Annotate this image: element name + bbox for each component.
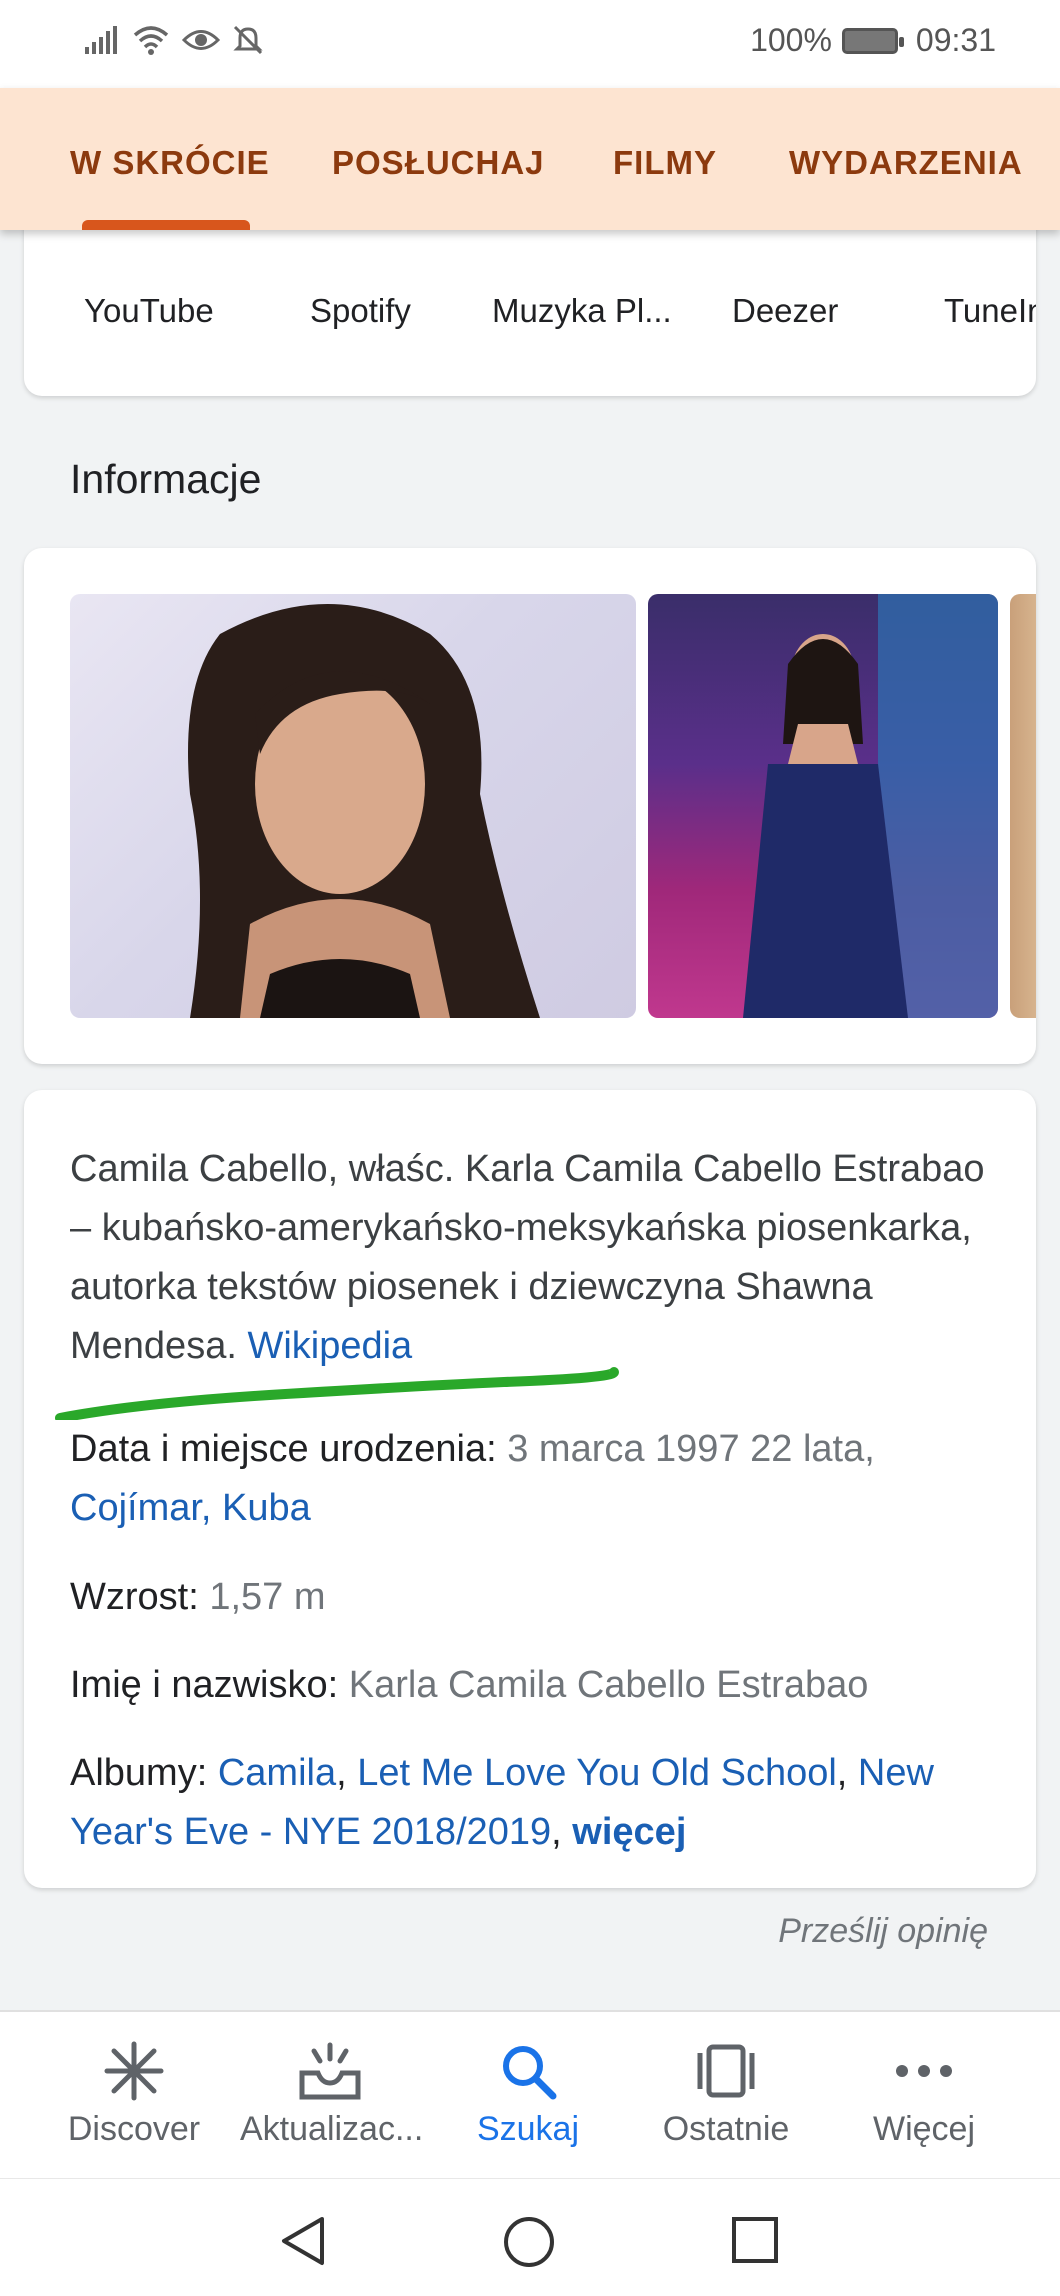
- active-tab-indicator: [82, 220, 250, 230]
- nav-more[interactable]: Więcej: [834, 2038, 1014, 2149]
- status-icons: [84, 24, 264, 56]
- source-label: TuneIn In: [944, 292, 1036, 329]
- tab-wydarzenia[interactable]: WYDARZENIA: [789, 144, 1023, 182]
- nav-discover[interactable]: Discover: [44, 2038, 224, 2149]
- search-icon: [438, 2038, 618, 2104]
- status-right: 100% 09:31: [750, 22, 996, 59]
- description-text: Camila Cabello, właśc. Karla Camila Cabe…: [70, 1148, 985, 1367]
- fact-label: Data i miejsce urodzenia:: [70, 1428, 497, 1470]
- nav-updates[interactable]: Aktualizac...: [240, 2038, 424, 2149]
- nav-label: Discover: [67, 2110, 201, 2148]
- system-navigation-bar: [0, 2178, 1060, 2296]
- page: 100% 09:31 YouTube Spotify Muzyka Pl... …: [0, 0, 1060, 2296]
- fact-value: 1,57 m: [209, 1576, 326, 1618]
- knowledge-panel: Camila Cabello, właśc. Karla Camila Cabe…: [24, 1090, 1036, 1888]
- fact-value: Karla Camila Cabello Estrabao: [348, 1664, 869, 1706]
- album-link-1[interactable]: Camila: [218, 1752, 336, 1794]
- feedback-link[interactable]: Prześlij opinię: [778, 1912, 988, 1951]
- inbox-icon: [240, 2038, 420, 2104]
- image-partial[interactable]: [1010, 594, 1036, 1018]
- images-carousel: [24, 548, 1036, 1064]
- recent-cards-icon: [636, 2038, 816, 2104]
- recents-icon[interactable]: [730, 2215, 780, 2265]
- fact-value: 3 marca 1997 22 lata,: [507, 1428, 875, 1470]
- birth-place-link[interactable]: Cojímar, Kuba: [70, 1487, 311, 1529]
- eye-icon: [182, 30, 220, 50]
- wifi-icon: [133, 26, 169, 55]
- battery-percent: 100%: [750, 22, 832, 58]
- nav-label: Aktualizac...: [240, 2110, 424, 2148]
- fact-birth: Data i miejsce urodzenia: 3 marca 1997 2…: [70, 1420, 1010, 1538]
- bell-off-icon: [233, 25, 263, 55]
- fact-height: Wzrost: 1,57 m: [70, 1568, 1010, 1627]
- source-label: Muzyka Pl...: [492, 292, 672, 329]
- nav-search[interactable]: Szukaj: [438, 2038, 618, 2149]
- bottom-navigation: Discover Aktualizac... Szukaj Ostatnie W…: [0, 2010, 1060, 2178]
- image-red-carpet[interactable]: [648, 594, 998, 1018]
- signal-icon: [85, 26, 117, 54]
- portrait-illustration: [188, 604, 540, 1018]
- asterisk-icon: [44, 2038, 224, 2104]
- section-title: Informacje: [70, 456, 262, 502]
- fact-full-name: Imię i nazwisko: Karla Camila Cabello Es…: [70, 1656, 1010, 1715]
- fact-label: Wzrost:: [70, 1576, 199, 1618]
- tab-filmy[interactable]: FILMY: [613, 144, 717, 182]
- description: Camila Cabello, właśc. Karla Camila Cabe…: [70, 1140, 1010, 1376]
- tab-bar: W SKRÓCIE POSŁUCHAJ FILMY WYDARZENIA: [0, 88, 1060, 230]
- green-underline-annotation: [55, 1367, 619, 1420]
- nav-label: Szukaj: [476, 2110, 580, 2148]
- fact-label: Albumy:: [70, 1752, 208, 1794]
- fact-albums: Albumy: Camila, Let Me Love You Old Scho…: [70, 1752, 934, 1853]
- tab-w-skrocie[interactable]: W SKRÓCIE: [70, 144, 270, 182]
- battery-icon: [841, 27, 904, 54]
- red-carpet-illustration: [743, 594, 998, 1018]
- nav-label: Ostatnie: [662, 2110, 790, 2148]
- home-icon[interactable]: [502, 2215, 556, 2269]
- nav-recent[interactable]: Ostatnie: [636, 2038, 816, 2149]
- source-label: YouTube: [84, 292, 214, 329]
- status-bar: 100% 09:31: [0, 0, 1060, 88]
- source-label: Spotify: [310, 292, 411, 329]
- more-dots-icon: [834, 2038, 1014, 2104]
- fact-label: Imię i nazwisko:: [70, 1664, 339, 1706]
- albums-more-link[interactable]: więcej: [572, 1811, 686, 1853]
- back-icon[interactable]: [278, 2215, 328, 2267]
- nav-label: Więcej: [872, 2110, 976, 2148]
- clock: 09:31: [915, 22, 996, 58]
- tab-posluchaj[interactable]: POSŁUCHAJ: [332, 144, 545, 182]
- album-link-2[interactable]: Let Me Love You Old School: [357, 1752, 837, 1794]
- image-portrait[interactable]: [70, 594, 636, 1018]
- source-label: Deezer: [732, 292, 839, 329]
